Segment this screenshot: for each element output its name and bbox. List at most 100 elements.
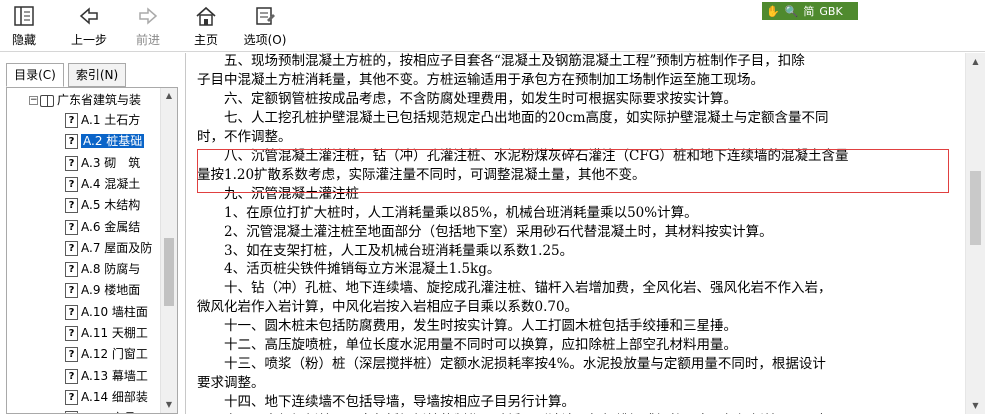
tree-item[interactable]: ? A.7 屋面及防 (65, 238, 152, 259)
tree-scrollbar[interactable]: ▲ ▼ (160, 88, 177, 413)
tree-item-title: 金属结 (104, 219, 141, 234)
tree-item[interactable]: ? A.6 金属结 (65, 217, 140, 238)
back-arrow-icon (66, 4, 112, 28)
topic-content: 五、现场预制混凝土方桩的，按相应子目套各“混凝土及钢筋混凝土工程”预制方桩制作子… (187, 53, 967, 414)
tree-item[interactable]: ? A.4 混凝土 (65, 174, 140, 195)
tree-item-code: A.8 (81, 262, 101, 277)
ime-mode[interactable]: 简 (803, 3, 814, 19)
forward-button[interactable]: 前进 (130, 4, 166, 50)
tree-item-title: 土石方 (104, 113, 141, 127)
tree-item[interactable]: ? A.13 幕墙工 (65, 366, 148, 387)
tree-item[interactable]: ? A.3 砌 筑 (65, 153, 140, 174)
tree-item-label: A.12 门窗工 (81, 347, 148, 361)
tree-scroll-thumb[interactable] (164, 238, 174, 306)
tree-item[interactable]: ? A.1 土石方 (65, 110, 140, 131)
tree-item[interactable]: ? A.10 墙柱面 (65, 302, 148, 323)
tree-item-title: 细部装 (111, 389, 148, 404)
tab-index[interactable]: 索引(N) (68, 63, 126, 87)
tree-item-title: 楼地面 (104, 283, 141, 298)
book-icon (40, 94, 54, 107)
content-line: 十三、喷浆（粉）桩（深层搅拌桩）定额水泥损耗率按4%。水泥投放量与定额用量不同时… (197, 356, 826, 373)
tree-item-code: A.13 (81, 368, 109, 383)
help-topic-icon: ? (65, 283, 78, 299)
red-highlight-box (197, 149, 949, 193)
tree-item-title: 防腐与 (104, 262, 141, 277)
ime-status-bar[interactable]: ✋ 🔍 简 GBK (762, 2, 858, 20)
options-button[interactable]: 选项(O) (240, 4, 290, 50)
tree-item-title: 墙柱面 (111, 304, 148, 319)
forward-label: 前进 (135, 33, 160, 47)
scroll-up-icon[interactable]: ▲ (966, 53, 985, 70)
tree-item-code: A.1 (81, 113, 101, 127)
help-topic-icon: ? (65, 347, 78, 363)
scroll-up-icon[interactable]: ▲ (161, 88, 177, 104)
tree-item-title: 砌 筑 (104, 155, 141, 170)
scroll-down-icon[interactable]: ▼ (966, 397, 985, 414)
tree-item-code: A.12 (81, 347, 109, 362)
tree-item-code: A.11 (81, 326, 109, 340)
tree-item-label: A.3 砌 筑 (81, 156, 140, 170)
ime-search-icon: 🔍 (784, 4, 799, 18)
content-line: 十、钻（冲）孔桩、地下连续墙、旋挖成孔灌注桩、锚杆入岩增加费，全风化岩、强风化岩… (197, 280, 832, 297)
content-line: 2、沉管混凝土灌注桩至地面部分（包括地下室）采用砂石代替混凝土时，其材料按实计算… (197, 223, 773, 240)
back-button[interactable]: 上一步 (66, 4, 112, 50)
tree-item-code: A.7 (81, 240, 101, 255)
navigation-pane: 目录(C) 索引(N) − 广东省建筑与装 ? A.1 土石方? A.2 桩基础? A.… (0, 53, 186, 414)
collapse-icon[interactable]: − (29, 96, 38, 105)
help-topic-icon: ? (65, 198, 78, 214)
help-topic-icon: ? (65, 304, 78, 320)
ime-encoding[interactable]: GBK (819, 5, 842, 18)
contents-tree: − 广东省建筑与装 ? A.1 土石方? A.2 桩基础? A.3 砌 筑? A.4 混凝… (6, 87, 178, 414)
content-line: 4、活页桩尖铁件摊销每立方米混凝土1.5kg。 (197, 261, 501, 278)
hide-pane-icon (6, 4, 42, 28)
tree-item-label: A.4 混凝土 (81, 177, 140, 191)
content-line: 十二、高压旋喷桩，单位长度水泥用量不同时可以换算，应扣除桩上部空孔材料用量。 (197, 337, 737, 354)
tree-item-label: A.8 防腐与 (81, 262, 140, 276)
tree-item-code: A.5 (81, 198, 101, 213)
tab-contents[interactable]: 目录(C) (6, 63, 64, 87)
content-line: 3、如在支架打桩，人工及机械台班消耗量乘以系数1.25。 (197, 242, 574, 259)
home-icon (188, 4, 224, 28)
tree-item-label: A.9 楼地面 (81, 283, 140, 297)
content-scroll-thumb[interactable] (970, 171, 981, 245)
tree-item[interactable]: ? A.8 防腐与 (65, 259, 140, 280)
content-line: 七、人工挖孔桩护壁混凝土已包括规范规定凸出地面的20cm高度，如实际护壁混凝土与… (197, 109, 829, 126)
forward-arrow-icon (130, 4, 166, 28)
tree-item[interactable]: ? A.2 桩基础 (65, 131, 145, 152)
help-topic-icon: ? (65, 240, 78, 256)
home-button[interactable]: 主页 (188, 4, 224, 50)
tree-item[interactable]: ?A.15 家具 (65, 408, 136, 413)
tree-item-label: A.10 墙柱面 (81, 305, 148, 319)
toolbar: 隐藏 上一步 前进 主页 选项(O) ✋ 🔍 简 GBK (0, 0, 985, 52)
content-line: 时，不作调整。 (197, 128, 292, 145)
tree-root[interactable]: − 广东省建筑与装 (29, 90, 141, 110)
tree-item[interactable]: ? A.12 门窗工 (65, 344, 148, 365)
tree-item-code: A.6 (81, 219, 101, 234)
tree-item-label: A.11 天棚工 (81, 326, 148, 340)
tree-item-code: A.9 (81, 283, 101, 298)
tree-item[interactable]: ? A.14 细部装 (65, 387, 148, 408)
content-scrollbar[interactable]: ▲ ▼ (965, 53, 985, 414)
tree-item-title: 混凝土 (104, 176, 141, 191)
tree-item-label: A.2 桩基础 (81, 134, 145, 149)
tree-item[interactable]: ? A.5 木结构 (65, 195, 140, 216)
help-topic-icon: ? (65, 368, 78, 384)
scroll-down-icon[interactable]: ▼ (161, 397, 177, 413)
help-topic-icon: ? (65, 326, 78, 341)
tree-item-title: 幕墙工 (111, 368, 148, 383)
tree-item-code: A.2 (83, 134, 103, 149)
tree-item[interactable]: ? A.11 天棚工 (65, 323, 148, 344)
tree-item[interactable]: ? A.9 楼地面 (65, 280, 140, 301)
hand-icon: ✋ (766, 4, 780, 18)
tree-item-label: A.1 土石方 (81, 113, 140, 127)
help-topic-icon: ? (65, 155, 78, 171)
tree-item-label: A.7 屋面及防 (81, 241, 152, 255)
content-line: 1、在原位打扩大桩时，人工消耗量乘以85%，机械台班消耗量乘以50%计算。 (197, 204, 698, 221)
nav-tabs: 目录(C) 索引(N) (6, 63, 182, 87)
content-line: 要求调整。 (197, 375, 265, 392)
content-line: 五、现场预制混凝土方桩的，按相应子目套各“混凝土及钢筋混凝土工程”预制方桩制作子… (197, 53, 805, 69)
help-topic-icon: ? (65, 219, 78, 235)
hide-button[interactable]: 隐藏 (6, 4, 42, 50)
help-topic-icon: ? (65, 134, 78, 150)
tree-item-title: 屋面及防 (104, 240, 153, 255)
